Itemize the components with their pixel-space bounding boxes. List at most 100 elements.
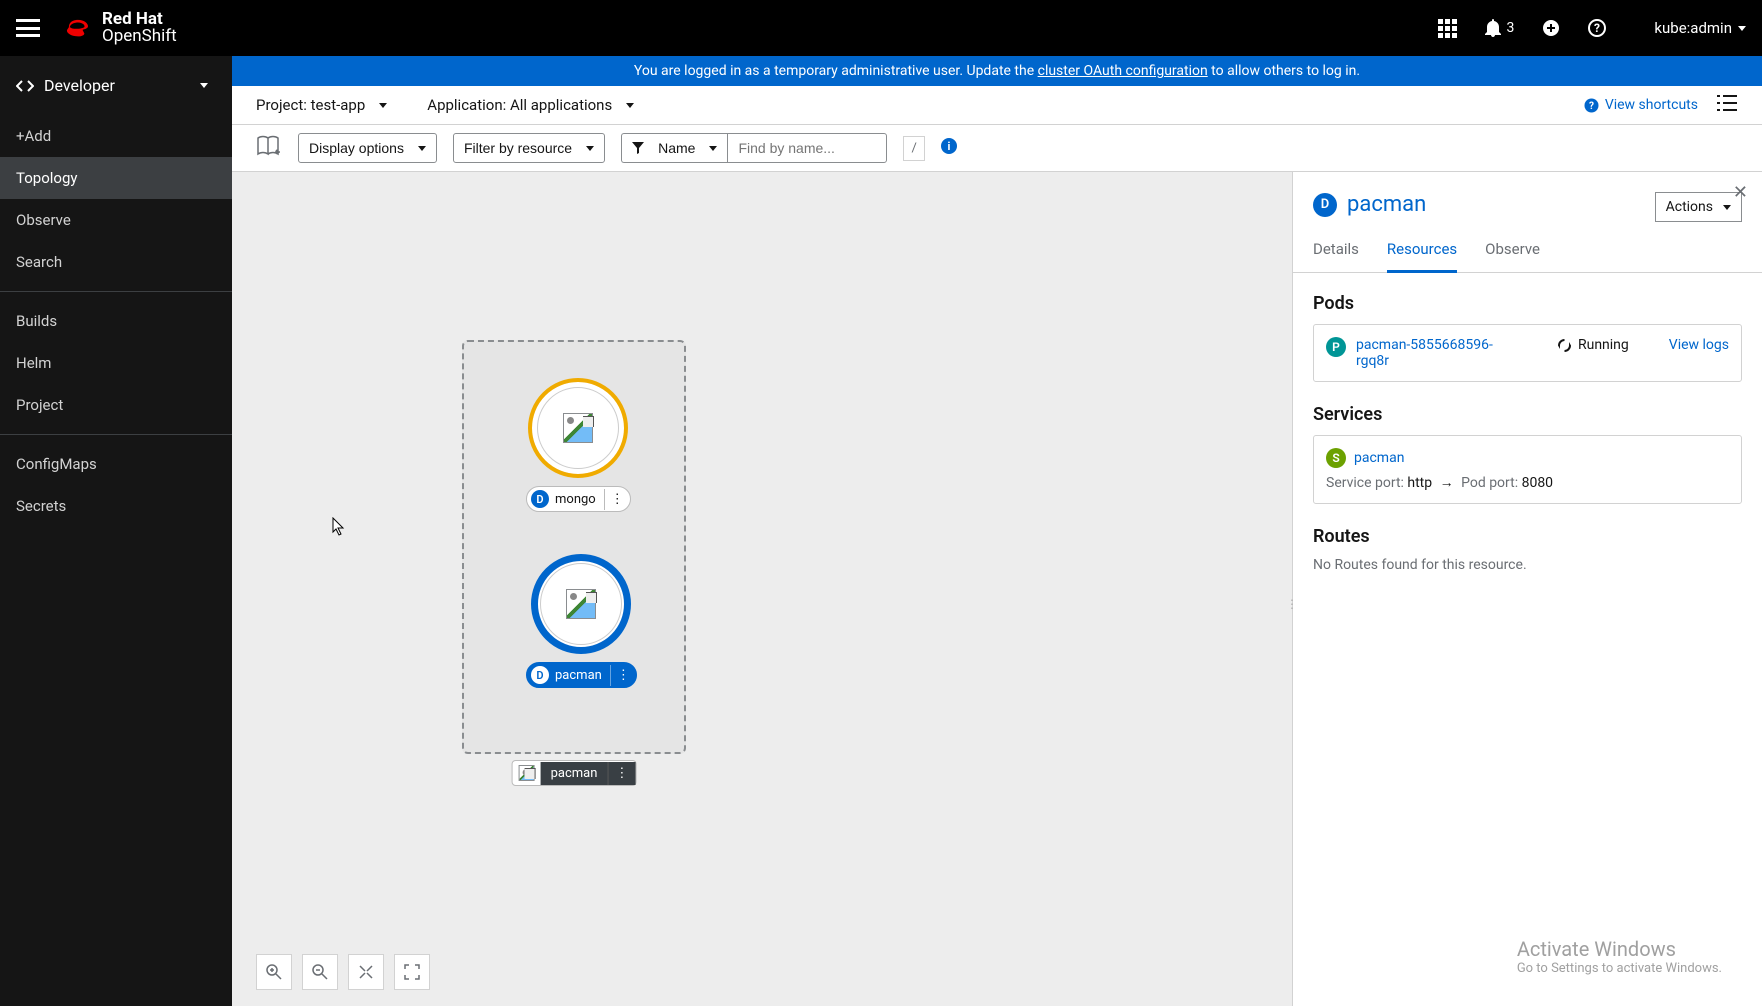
filter-label: Filter by resource <box>464 140 572 156</box>
nav-item-topology[interactable]: Topology <box>0 157 232 199</box>
tab-resources[interactable]: Resources <box>1387 240 1457 273</box>
deployment-node-mongo[interactable]: D mongo ⋮ <box>526 378 631 512</box>
pod-link[interactable]: pacman-5855668596-rgq8r <box>1356 337 1506 369</box>
nav-item-observe[interactable]: Observe <box>0 199 232 241</box>
filter-by-resource[interactable]: Filter by resource <box>453 133 605 163</box>
svg-text:i: i <box>947 140 950 153</box>
panel-title[interactable]: D pacman <box>1313 192 1655 217</box>
reset-view-button[interactable] <box>394 954 430 990</box>
deployment-badge: D <box>531 490 549 508</box>
help-button[interactable]: ? <box>1588 19 1606 37</box>
book-icon <box>256 134 282 158</box>
application-selector[interactable]: Application: All applications <box>427 96 634 114</box>
tab-details[interactable]: Details <box>1313 240 1359 272</box>
notifications[interactable]: 3 <box>1485 19 1515 37</box>
zoom-in-button[interactable] <box>256 954 292 990</box>
nav-item-configmaps[interactable]: ConfigMaps <box>0 443 232 485</box>
application-group[interactable]: D mongo ⋮ D pacman ⋮ <box>462 340 686 754</box>
node-label[interactable]: D pacman ⋮ <box>526 662 637 688</box>
brand-text: Red Hat OpenShift <box>102 11 177 45</box>
brand[interactable]: Red Hat OpenShift <box>64 11 177 45</box>
pod-status: Running <box>1578 337 1629 353</box>
find-input[interactable] <box>727 133 887 163</box>
service-link[interactable]: pacman <box>1354 450 1404 466</box>
nav-item-secrets[interactable]: Secrets <box>0 485 232 527</box>
view-logs-link[interactable]: View logs <box>1669 337 1729 353</box>
kebab-menu[interactable]: ⋮ <box>610 665 636 686</box>
details-panel: ⋮ ✕ D pacman Actions DetailsResourcesObs… <box>1292 172 1762 1006</box>
context-bar: Project: test-app Application: All appli… <box>232 86 1762 125</box>
redhat-icon <box>64 18 92 38</box>
grid-icon <box>1438 19 1457 38</box>
sync-icon <box>1557 338 1572 353</box>
kebab-menu[interactable]: ⋮ <box>607 762 635 785</box>
user-menu[interactable]: kube:admin <box>1654 19 1746 37</box>
zoom-out-button[interactable] <box>302 954 338 990</box>
svg-text:?: ? <box>1594 21 1600 35</box>
node-label[interactable]: D mongo ⋮ <box>526 486 631 512</box>
service-port-value: http <box>1407 475 1432 491</box>
kebab-menu[interactable]: ⋮ <box>604 489 630 510</box>
pod-badge: P <box>1326 337 1346 357</box>
caret-down-icon <box>1738 26 1746 31</box>
caret-down-icon <box>586 146 594 151</box>
fit-to-screen-button[interactable] <box>348 954 384 990</box>
perspective-label: Developer <box>44 76 115 95</box>
question-circle-icon: ? <box>1584 98 1599 113</box>
nav-separator <box>0 434 232 435</box>
deployment-badge: D <box>1313 193 1337 217</box>
toolbar: Display options Filter by resource Name … <box>232 125 1762 172</box>
node-name: mongo <box>555 489 604 510</box>
node-name: pacman <box>555 665 610 686</box>
app-launcher[interactable] <box>1438 19 1457 38</box>
services-heading: Services <box>1313 404 1742 425</box>
nav-item-project[interactable]: Project <box>0 384 232 426</box>
name-filter-type[interactable]: Name <box>621 133 727 163</box>
topology-layout-icon[interactable] <box>256 134 282 162</box>
caret-down-icon <box>379 103 387 108</box>
close-panel-button[interactable]: ✕ <box>1733 182 1748 203</box>
name-filter-label: Name <box>658 140 695 156</box>
panel-tabs: Details Resources Observe <box>1293 222 1762 273</box>
node-circle <box>528 378 628 478</box>
pod-card: P pacman-5855668596-rgq8r Running View l… <box>1313 324 1742 382</box>
perspective-switcher[interactable]: Developer <box>0 56 232 115</box>
caret-down-icon <box>418 146 426 151</box>
application-group-label[interactable]: pacman ⋮ <box>512 760 637 786</box>
banner-text-post: to allow others to log in. <box>1208 63 1360 79</box>
nav-item-add[interactable]: +Add <box>0 115 232 157</box>
routes-heading: Routes <box>1313 526 1742 547</box>
deployment-node-pacman[interactable]: D pacman ⋮ <box>526 554 637 688</box>
broken-image-icon <box>513 761 541 785</box>
node-circle <box>531 554 631 654</box>
application-label: Application: All applications <box>427 96 612 114</box>
nav-item-search[interactable]: Search <box>0 241 232 283</box>
masthead: Red Hat OpenShift 3 ? kube:admin <box>0 0 1762 56</box>
caret-down-icon <box>200 83 208 88</box>
cursor-icon <box>332 517 346 537</box>
menu-toggle[interactable] <box>16 19 40 37</box>
info-banner: You are logged in as a temporary adminis… <box>232 56 1762 86</box>
nav-item-builds[interactable]: Builds <box>0 300 232 342</box>
display-options[interactable]: Display options <box>298 133 437 163</box>
topology-canvas[interactable]: D mongo ⋮ D pacman ⋮ pacman ⋮ <box>232 172 1292 1006</box>
info-button[interactable]: i <box>941 138 957 158</box>
resource-name: pacman <box>1347 192 1426 217</box>
actions-dropdown[interactable]: Actions <box>1655 192 1742 222</box>
import-button[interactable] <box>1542 19 1560 37</box>
pods-heading: Pods <box>1313 293 1742 314</box>
list-icon <box>1716 94 1738 112</box>
view-shortcuts[interactable]: ? View shortcuts <box>1584 97 1698 113</box>
service-badge: S <box>1326 448 1346 468</box>
pod-port-label: Pod port: <box>1461 475 1521 491</box>
banner-text-pre: You are logged in as a temporary adminis… <box>634 63 1038 79</box>
nav-item-helm[interactable]: Helm <box>0 342 232 384</box>
sidebar: Developer +AddTopologyObserveSearch Build… <box>0 56 232 1006</box>
notification-count: 3 <box>1507 20 1515 36</box>
resize-handle[interactable]: ⋮ <box>1287 589 1297 619</box>
tab-observe[interactable]: Observe <box>1485 240 1540 272</box>
view-toggle[interactable] <box>1716 94 1738 116</box>
info-circle-icon: i <box>941 138 957 154</box>
project-selector[interactable]: Project: test-app <box>256 96 387 114</box>
banner-link[interactable]: cluster OAuth configuration <box>1038 63 1208 79</box>
